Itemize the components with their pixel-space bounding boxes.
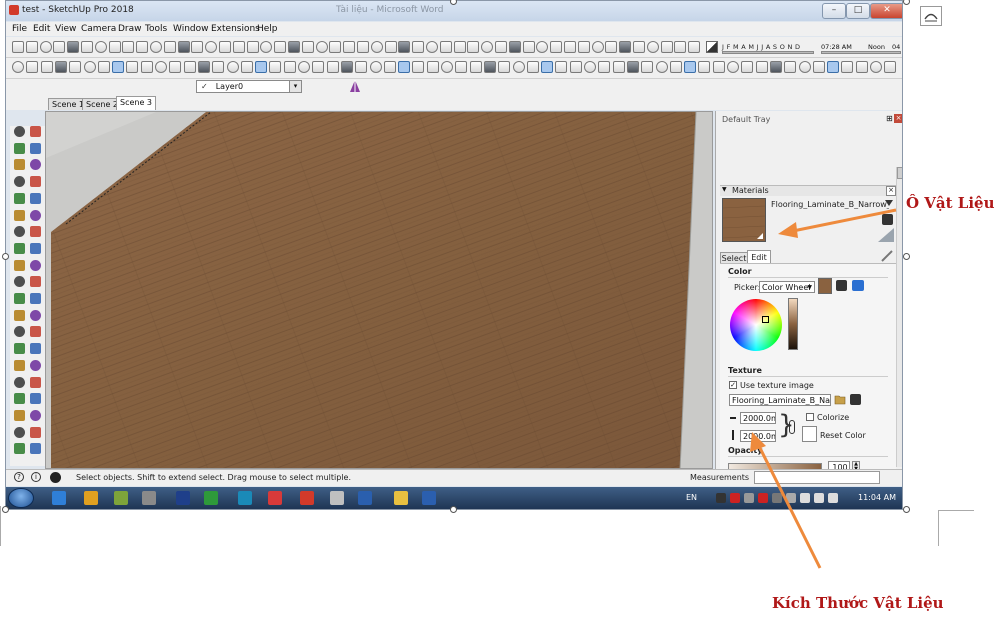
annotation-material-size: Kích Thước Vật Liệu [772, 594, 944, 612]
arrow-material-size [756, 443, 822, 569]
arrowhead [778, 222, 798, 238]
arrowhead [750, 432, 766, 452]
arrow-material-cell [787, 208, 897, 234]
annotation-material-cell: Ô Vật Liệu [906, 194, 995, 212]
annotation-arrows [750, 208, 897, 569]
